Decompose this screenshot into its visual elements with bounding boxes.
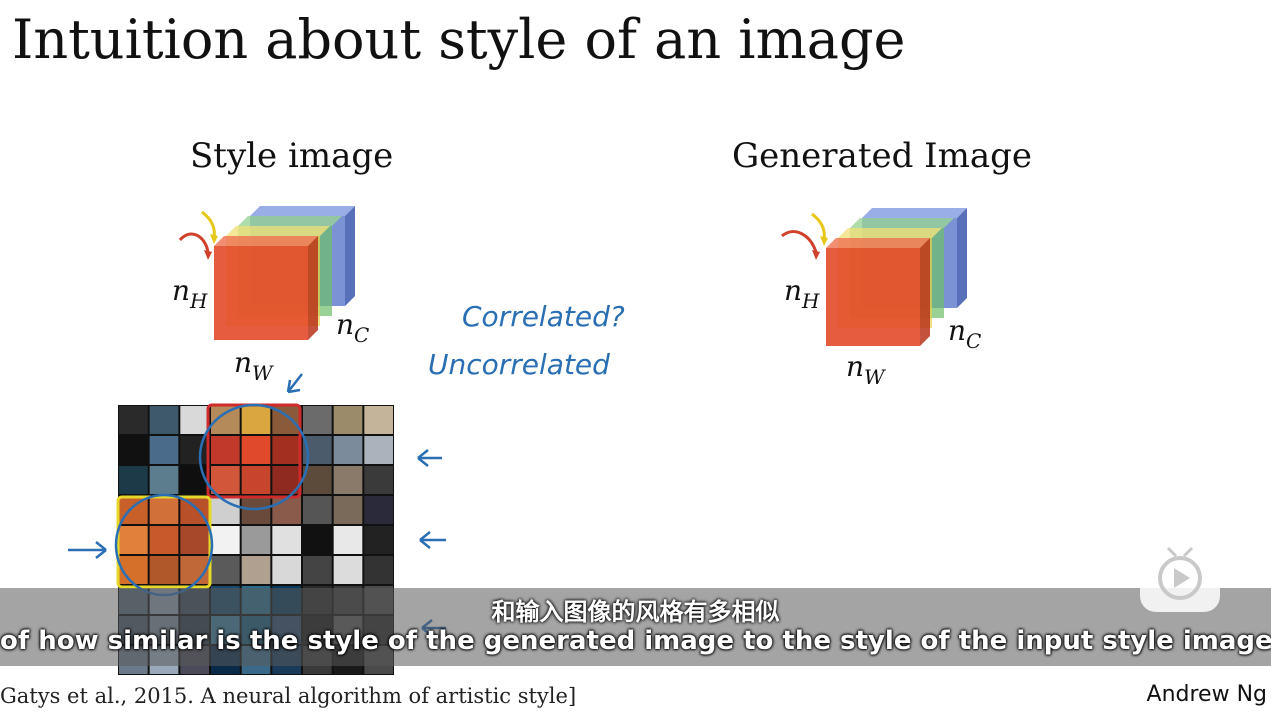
svg-text:nH: nH [784, 274, 820, 313]
red-channel-slice [214, 236, 318, 340]
channels-label: n [336, 308, 354, 341]
red-highlight-box [206, 403, 302, 499]
play-button[interactable] [1140, 540, 1220, 612]
svg-text:nW: nW [846, 350, 886, 389]
yellow-highlight-box [116, 495, 212, 589]
width-label: n [234, 346, 252, 379]
height-sub: H [189, 289, 208, 313]
channels-sub: C [354, 323, 369, 347]
play-icon [1158, 546, 1202, 600]
svg-text:nC: nC [948, 314, 981, 353]
arrow-to-red-group [286, 373, 303, 394]
chinese-subtitle: 和输入图像的风格有多相似 [491, 598, 780, 626]
arrow-to-yellow-group-icon [68, 541, 107, 559]
yellow-channel-arrow [811, 212, 826, 241]
arrow-row2-icon [419, 531, 446, 549]
red-channel-slice [826, 238, 930, 346]
english-subtitle: of how similar is the style of the gener… [0, 626, 1271, 656]
channels-label: n [948, 314, 966, 347]
style-image-heading: Style image [190, 136, 394, 176]
red-channel-arrow [781, 230, 818, 253]
width-label: n [846, 350, 864, 383]
handwritten-correlated-note: Correlated? [462, 300, 625, 333]
slide-title: Intuition about style of an image [12, 8, 906, 71]
svg-text:nH: nH [172, 274, 208, 313]
citation: Gatys et al., 2015. A neural algorithm o… [0, 684, 577, 708]
author-name: Andrew Ng [1146, 682, 1267, 707]
height-label: n [784, 274, 802, 307]
generated-image-heading: Generated Image [732, 136, 1033, 176]
channels-sub: C [966, 329, 981, 353]
arrow-row1-icon [417, 449, 442, 467]
yellow-channel-arrow [201, 210, 216, 239]
red-channel-arrow [178, 232, 210, 253]
svg-text:nC: nC [336, 308, 369, 347]
svg-text:nW: nW [234, 346, 274, 380]
height-label: n [172, 274, 190, 307]
blue-circle-yellow-group [114, 493, 214, 597]
generated-activation-volume: nH nW nC [781, 208, 981, 389]
width-sub: W [864, 365, 886, 389]
style-activation-volume: nH nW nC [172, 206, 369, 380]
blue-circle-red-group [198, 403, 310, 511]
height-sub: H [801, 289, 820, 313]
